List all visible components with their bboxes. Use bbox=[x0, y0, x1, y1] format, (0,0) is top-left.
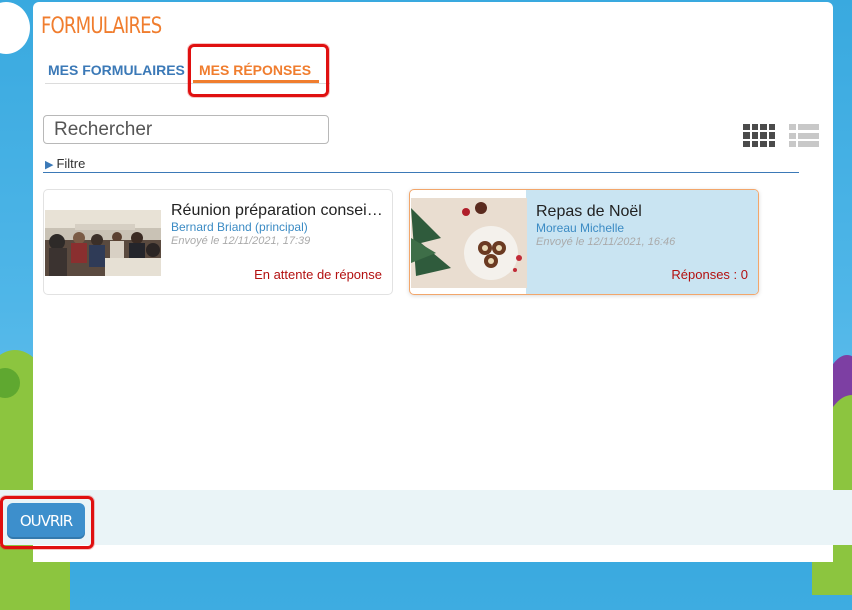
search-input[interactable] bbox=[43, 115, 329, 144]
card-date: Envoyé le 12/11/2021, 16:46 bbox=[536, 236, 676, 248]
filter-label: Filtre bbox=[56, 156, 86, 171]
form-card[interactable]: Réunion préparation conseil d'école Bern… bbox=[43, 189, 393, 295]
christmas-meal-photo bbox=[411, 198, 527, 288]
page-title: FORMULAIRES bbox=[41, 14, 162, 39]
form-card-selected[interactable]: Repas de Noël Moreau Michelle Envoyé le … bbox=[409, 189, 759, 295]
card-status: Réponses : 0 bbox=[671, 267, 748, 282]
triangle-right-icon: ▶ bbox=[45, 159, 54, 171]
card-date: Envoyé le 12/11/2021, 17:39 bbox=[171, 235, 311, 247]
grid-view-icon[interactable] bbox=[743, 124, 775, 147]
card-title: Réunion préparation conseil d'école bbox=[171, 202, 386, 219]
card-title: Repas de Noël bbox=[536, 203, 642, 220]
filter-divider bbox=[43, 172, 799, 173]
background-cloud bbox=[0, 2, 30, 54]
filter-toggle[interactable]: ▶ Filtre bbox=[45, 156, 85, 171]
annotation-highlight-tab bbox=[188, 44, 329, 97]
main-panel: FORMULAIRES MES FORMULAIRES MES RÉPONSES… bbox=[33, 2, 833, 562]
card-status: En attente de réponse bbox=[254, 267, 382, 282]
tab-mes-formulaires[interactable]: MES FORMULAIRES bbox=[48, 62, 185, 78]
card-author: Moreau Michelle bbox=[536, 221, 625, 235]
meeting-photo bbox=[45, 210, 161, 276]
card-author: Bernard Briand (principal) bbox=[171, 220, 308, 234]
list-view-icon[interactable] bbox=[789, 124, 819, 147]
action-bar bbox=[0, 490, 852, 545]
annotation-highlight-open bbox=[0, 496, 94, 549]
